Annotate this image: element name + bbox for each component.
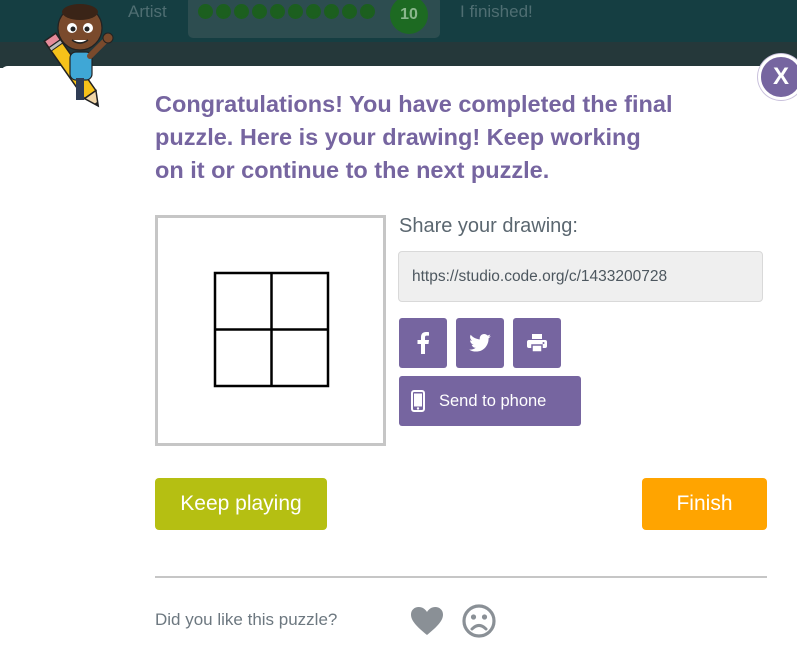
share-url-field[interactable]: https://studio.code.org/c/1433200728 [398, 251, 763, 302]
progress-dot[interactable] [342, 4, 357, 19]
divider [155, 576, 767, 578]
progress-dot[interactable] [360, 4, 375, 19]
progress-dot[interactable] [198, 4, 213, 19]
drawing-preview [155, 215, 386, 446]
progress-dot[interactable] [306, 4, 321, 19]
artist-avatar-icon [43, 4, 114, 108]
share-label: Share your drawing: [399, 215, 578, 237]
progress-dot[interactable] [252, 4, 267, 19]
heart-icon[interactable] [410, 606, 444, 636]
finished-link[interactable]: I finished! [460, 0, 533, 24]
progress-dots [198, 4, 375, 19]
progress-dot[interactable] [234, 4, 249, 19]
header-bar: Artist 10 I finished! [0, 0, 797, 68]
facebook-icon [417, 332, 429, 354]
send-to-phone-label: Send to phone [439, 391, 547, 410]
frown-icon[interactable] [462, 604, 496, 638]
header-band [0, 42, 797, 68]
send-to-phone-button[interactable]: Send to phone [399, 376, 581, 426]
congratulations-message: Congratulations! You have completed the … [155, 91, 673, 183]
facebook-share-button[interactable] [399, 318, 447, 368]
drawing-canvas [213, 271, 330, 388]
progress-dot[interactable] [324, 4, 339, 19]
print-button[interactable] [513, 318, 561, 368]
twitter-icon [469, 334, 491, 352]
finish-button[interactable]: Finish [642, 478, 767, 530]
feedback-question: Did you like this puzzle? [155, 610, 338, 629]
progress-dot[interactable] [270, 4, 285, 19]
app-title: Artist [128, 2, 167, 21]
phone-icon [411, 390, 425, 412]
progress-dot[interactable] [288, 4, 303, 19]
progress-dot[interactable] [216, 4, 231, 19]
keep-playing-button[interactable]: Keep playing [155, 478, 327, 530]
print-icon [527, 334, 547, 352]
twitter-share-button[interactable] [456, 318, 504, 368]
